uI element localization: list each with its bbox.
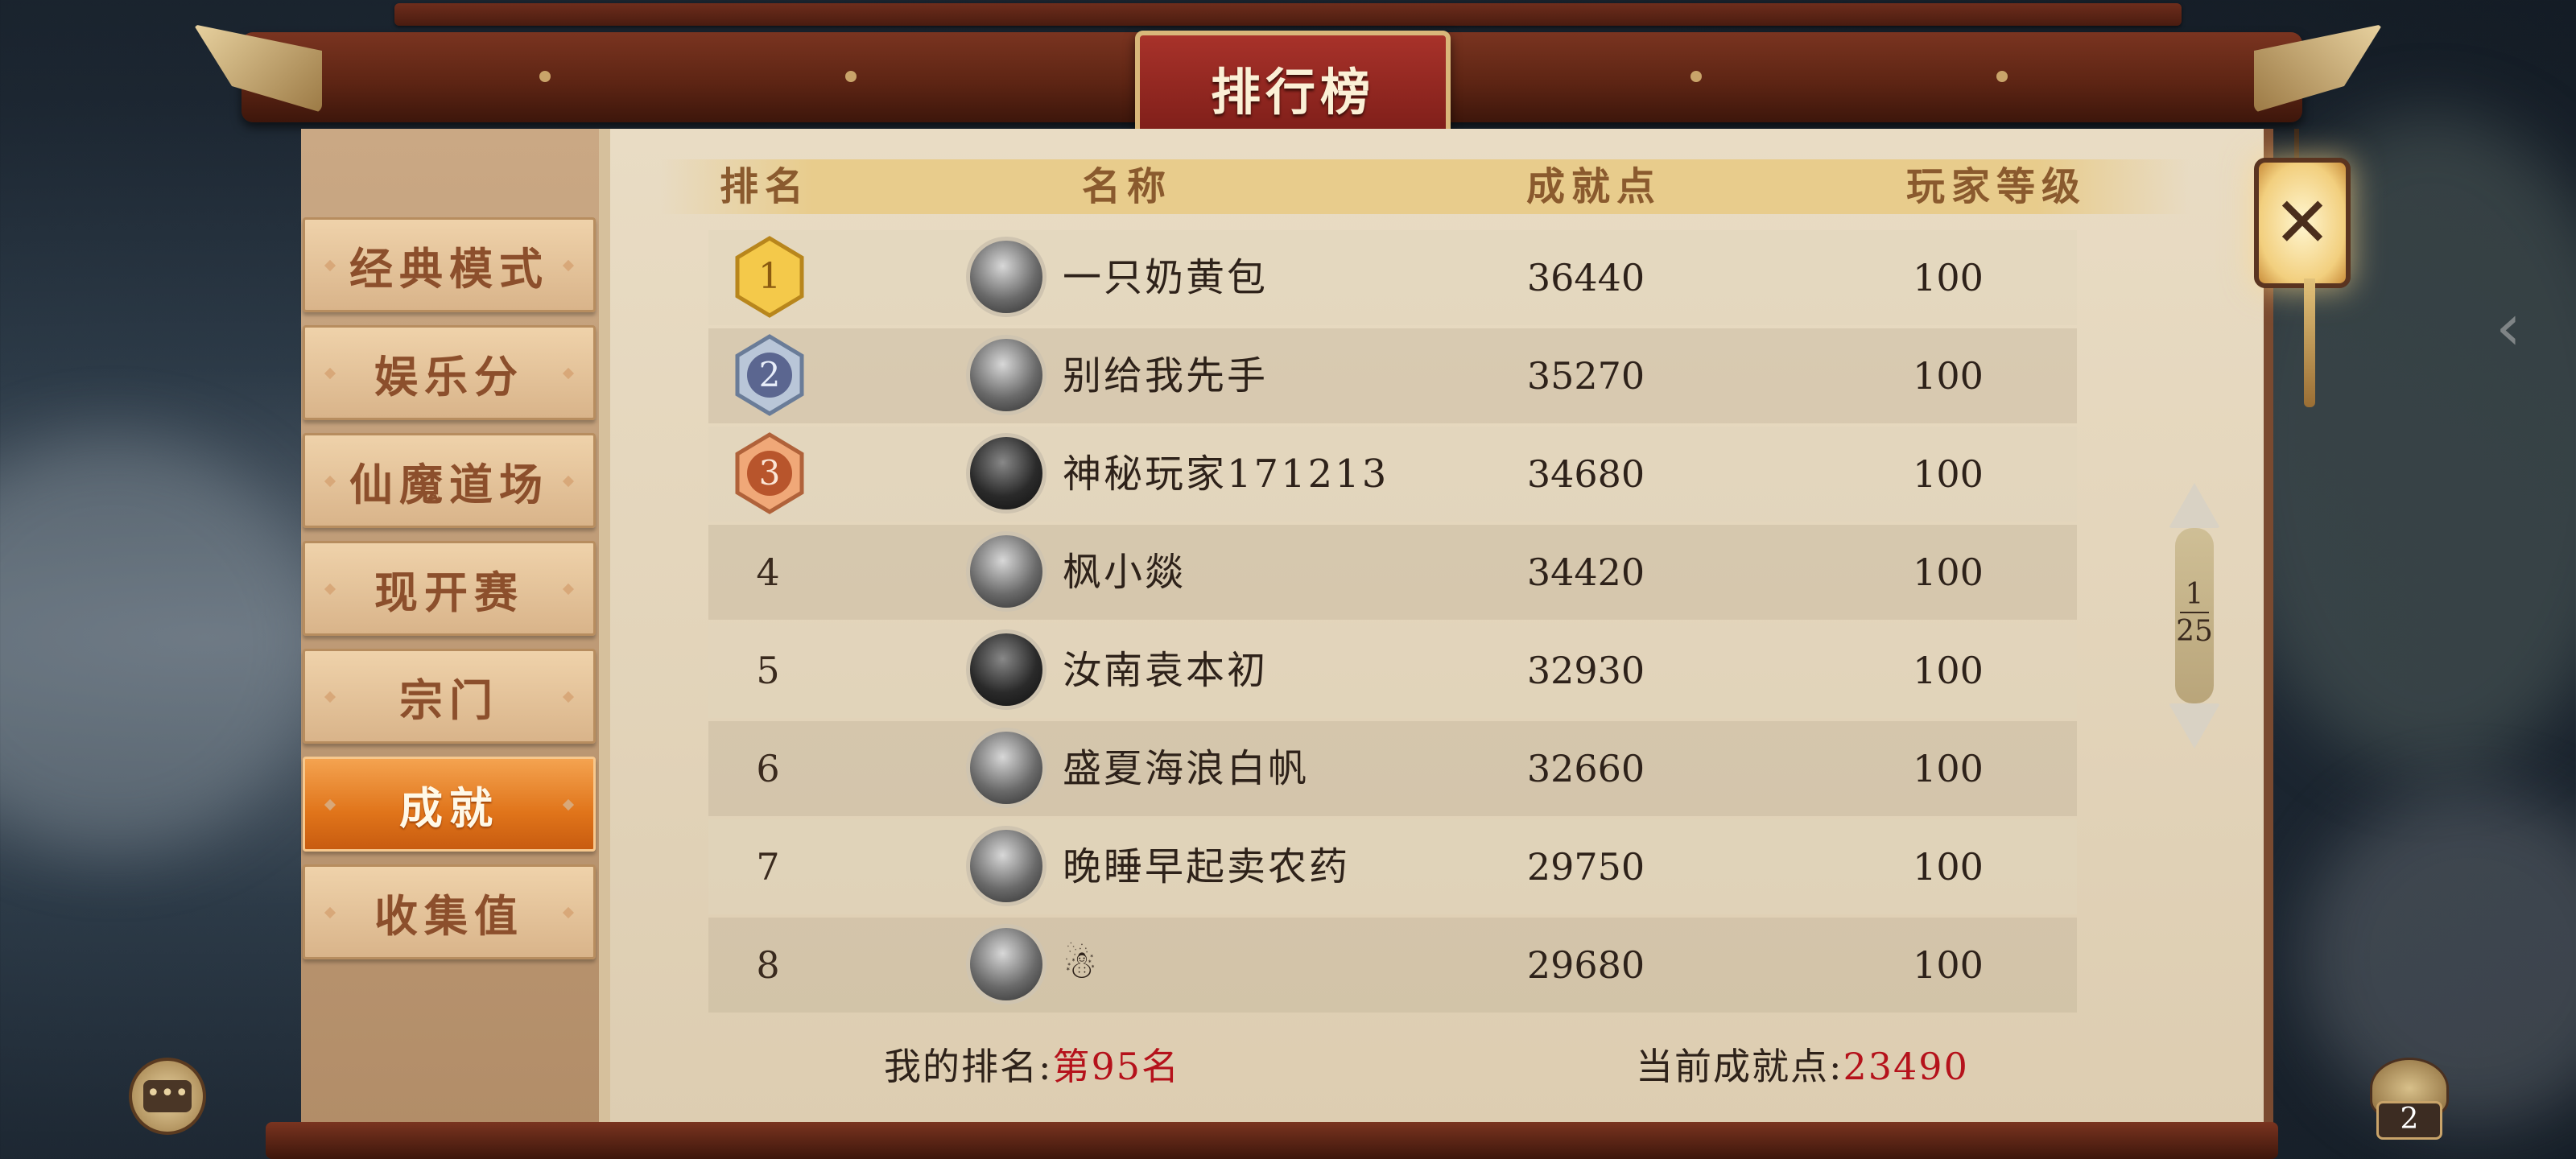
my-rank: 我的排名:第95名	[884, 1038, 1180, 1095]
beam-nail	[539, 71, 551, 82]
medal-number: 2	[759, 355, 781, 394]
achievement-points: 32660	[1526, 747, 1645, 790]
player-level: 100	[1913, 452, 1984, 496]
beam-nail	[1690, 71, 1702, 82]
tab-label: 收集值	[374, 889, 524, 942]
page-scroller: 1 25	[2169, 483, 2220, 749]
page-divider	[2180, 612, 2209, 613]
player-name: 盛夏海浪白帆	[1063, 746, 1310, 791]
player-level: 100	[1913, 649, 1984, 692]
avatar[interactable]	[966, 237, 1046, 317]
tab-label: 娱乐分	[374, 350, 524, 402]
player-level: 100	[1913, 551, 1984, 594]
silver-medal-icon: 2	[735, 334, 804, 416]
avatar[interactable]	[966, 924, 1046, 1004]
table-row[interactable]: 1 一只奶黄包 36440 100	[708, 230, 2077, 325]
rank-number: 8	[756, 943, 780, 987]
header-level: 玩家等级	[1905, 164, 2087, 209]
tab-classic-mode[interactable]: 经典模式	[303, 217, 596, 312]
tab-collection-value[interactable]: 收集值	[303, 864, 596, 959]
tab-label: 成就	[399, 782, 499, 834]
chat-icon: •••	[143, 1080, 192, 1112]
table-row[interactable]: 4 枫小燚 34420 100	[708, 525, 2077, 620]
player-name: 晚睡早起卖农药	[1063, 844, 1351, 889]
title-plaque: 排行榜	[1135, 31, 1451, 145]
avatar[interactable]	[966, 531, 1046, 612]
tab-immortal-arena[interactable]: 仙魔道场	[303, 433, 596, 528]
achievement-points: 32930	[1526, 649, 1645, 692]
avatar[interactable]	[966, 433, 1046, 514]
rank-number: 6	[756, 747, 780, 790]
chat-button[interactable]: •••	[129, 1058, 206, 1135]
page-up-button[interactable]	[2169, 483, 2220, 528]
header-points: 成就点	[1525, 164, 1662, 209]
table-row[interactable]: 2 别给我先手 35270 100	[708, 328, 2077, 423]
rank-number: 4	[756, 551, 780, 594]
current-points: 当前成就点:23490	[1636, 1038, 1969, 1095]
current-points-label: 当前成就点:	[1636, 1045, 1843, 1088]
player-name: 一只奶黄包	[1063, 255, 1269, 300]
achievement-points: 36440	[1526, 256, 1645, 299]
medal-number: 1	[758, 256, 781, 297]
player-name: 别给我先手	[1063, 353, 1269, 398]
avatar[interactable]	[966, 629, 1046, 710]
player-level: 100	[1913, 845, 1984, 889]
bag-count: 2	[2376, 1101, 2442, 1140]
header-rank: 排名	[719, 164, 810, 209]
beam-nail	[845, 71, 857, 82]
player-level: 100	[1913, 354, 1984, 398]
tab-label: 仙魔道场	[349, 458, 549, 510]
bottom-beam	[266, 1122, 2278, 1159]
player-name: 汝南袁本初	[1063, 648, 1269, 693]
table-row[interactable]: 7 晚睡早起卖农药 29750 100	[708, 819, 2077, 914]
player-level: 100	[1913, 256, 1984, 299]
tab-achievement[interactable]: 成就	[303, 757, 596, 852]
table-row[interactable]: 8 ☃ 29680 100	[708, 918, 2077, 1013]
achievement-points: 29750	[1526, 845, 1645, 889]
current-points-value: 23490	[1843, 1045, 1969, 1088]
background-cloud	[0, 435, 322, 853]
page-title: 排行榜	[1210, 63, 1375, 122]
lantern-cord	[2294, 129, 2299, 161]
avatar[interactable]	[966, 826, 1046, 906]
achievement-points: 35270	[1526, 354, 1645, 398]
tab-entertainment-score[interactable]: 娱乐分	[303, 325, 596, 420]
tab-label: 现开赛	[374, 566, 524, 618]
current-page: 1	[2185, 578, 2204, 611]
achievement-points: 34680	[1526, 452, 1645, 496]
tab-sect[interactable]: 宗门	[303, 649, 596, 744]
tab-label: 经典模式	[349, 242, 549, 295]
player-name: 神秘玩家171213	[1063, 452, 1389, 497]
table-row[interactable]: 5 汝南袁本初 32930 100	[708, 623, 2077, 718]
my-rank-value: 第95名	[1052, 1045, 1181, 1088]
lantern-tassel	[2304, 278, 2315, 407]
table-row[interactable]: 6 盛夏海浪白帆 32660 100	[708, 721, 2077, 816]
tab-live-draft[interactable]: 现开赛	[303, 541, 596, 636]
avatar[interactable]	[966, 335, 1046, 415]
rank-number: 7	[756, 845, 780, 889]
total-pages: 25	[2176, 615, 2213, 648]
page-down-button[interactable]	[2169, 703, 2220, 749]
close-button[interactable]: ✕	[2254, 158, 2351, 288]
header-name: 名称	[1081, 164, 1172, 209]
avatar[interactable]	[966, 728, 1046, 808]
achievement-points: 29680	[1526, 943, 1645, 987]
tab-label: 宗门	[399, 674, 499, 726]
inventory-bag-button[interactable]: 2	[2367, 1051, 2449, 1140]
achievement-points: 34420	[1526, 551, 1645, 594]
player-level: 100	[1913, 747, 1984, 790]
close-icon: ✕	[2273, 183, 2332, 263]
gold-medal-icon: 1	[735, 236, 804, 318]
top-thin-beam	[394, 3, 2182, 26]
my-rank-label: 我的排名:	[884, 1045, 1053, 1088]
player-name: ☃	[1063, 942, 1100, 988]
player-name: 枫小燚	[1063, 550, 1187, 595]
bronze-medal-icon: 3	[735, 432, 804, 514]
medal-number: 3	[759, 453, 781, 493]
beam-nail	[1996, 71, 2008, 82]
player-level: 100	[1913, 943, 1984, 987]
table-row[interactable]: 3 神秘玩家171213 34680 100	[708, 427, 2077, 522]
rank-number: 5	[756, 649, 780, 692]
side-expand-icon[interactable]: ‹	[2496, 290, 2521, 365]
